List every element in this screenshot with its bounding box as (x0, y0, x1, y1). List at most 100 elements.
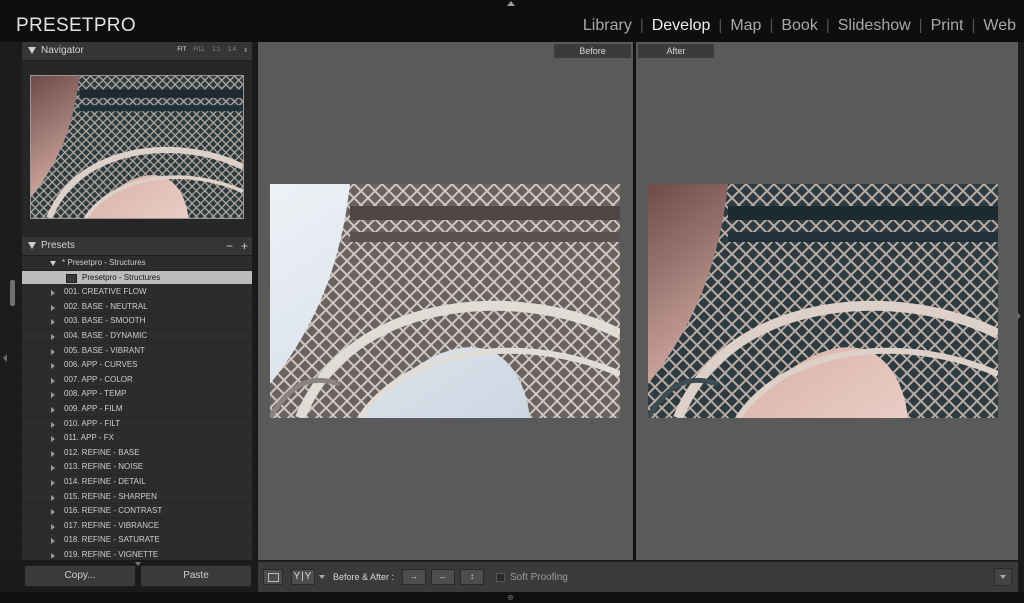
navigator-zoom-modes: FIT FILL 1:1 1:4 ⬍ (177, 47, 248, 54)
zoom-more-icon[interactable]: ⬍ (243, 47, 248, 54)
preset-folder-label: 013. REFINE - NOISE (64, 462, 144, 472)
preset-folder-label: 009. APP - FILM (64, 403, 123, 413)
zoom-fill[interactable]: FILL (193, 47, 205, 54)
copy-after-to-before-button[interactable]: ← (431, 569, 455, 585)
preset-folder[interactable]: 011. APP - FX (22, 431, 252, 446)
preset-folder[interactable]: 005. BASE - VIBRANT (22, 344, 252, 359)
preset-folder-label: * Presetpro - Structures (62, 258, 146, 267)
module-print[interactable]: Print (931, 17, 964, 35)
bottom-toolbar: Y|Y Before & After : → ← ↕ Soft Proofing (258, 561, 1018, 592)
preset-folder-label: 017. REFINE - VIBRANCE (64, 520, 160, 530)
module-separator: | (825, 17, 830, 34)
folder-expand-icon (51, 348, 55, 355)
preset-folder-label: 014. REFINE - DETAIL (64, 476, 146, 486)
preset-folder-label: 016. REFINE - CONTRAST (64, 506, 163, 516)
top-bar: PRESETPRO Library | Develop | Map | Book… (0, 0, 1024, 42)
toolbar-menu-button[interactable] (994, 568, 1012, 586)
preset-folder[interactable]: 002. BASE - NEUTRAL (22, 300, 252, 315)
preset-folder[interactable]: 007. APP - COLOR (22, 373, 252, 388)
filmstrip-toggle-icon[interactable]: ⊕ (507, 594, 515, 602)
folder-expand-icon (51, 290, 55, 297)
folder-expand-icon (51, 436, 55, 443)
preset-folder[interactable]: 015. REFINE - SHARPEN (22, 490, 252, 505)
presets-header[interactable]: Presets − + (22, 237, 252, 256)
preset-folder[interactable]: 003. BASE - SMOOTH (22, 314, 252, 329)
module-book[interactable]: Book (781, 17, 817, 35)
presets-controls: − + (226, 239, 248, 253)
collapse-top-panel-icon[interactable] (507, 1, 515, 6)
navigator-title: Navigator (41, 45, 84, 56)
after-image[interactable] (648, 184, 998, 418)
before-after-view-button[interactable]: Y|Y (291, 569, 315, 585)
zoom-1-4[interactable]: 1:4 (228, 47, 236, 54)
preset-folder[interactable]: 006. APP - CURVES (22, 358, 252, 373)
preset-folder[interactable]: 004. BASE - DYNAMIC (22, 329, 252, 344)
folder-expand-icon (51, 333, 55, 340)
preset-selected[interactable]: Presetpro - Structures (22, 270, 252, 286)
folder-expand-icon (51, 523, 55, 530)
copy-settings-button[interactable]: Copy... (24, 565, 136, 587)
preset-folder[interactable]: 017. REFINE - VIBRANCE (22, 519, 252, 534)
copy-paste-bar: Copy... Paste (22, 562, 252, 588)
swap-before-after-button[interactable]: ↕ (460, 569, 484, 585)
presets-title: Presets (41, 240, 75, 251)
collapse-right-panel-icon[interactable] (1017, 312, 1021, 320)
module-separator: | (769, 17, 774, 34)
navigator-header[interactable]: Navigator FIT FILL 1:1 1:4 ⬍ (22, 42, 252, 61)
preset-folder[interactable]: 018. REFINE - SATURATE (22, 533, 252, 548)
collapse-left-panel-icon[interactable] (3, 354, 7, 362)
preset-folder[interactable]: 009. APP - FILM (22, 402, 252, 417)
module-develop[interactable]: Develop (652, 17, 711, 35)
folder-expand-icon (51, 377, 55, 384)
zoom-fit[interactable]: FIT (177, 47, 186, 54)
preset-folder[interactable]: 008. APP - TEMP (22, 387, 252, 402)
preset-folder-label: 007. APP - COLOR (64, 374, 133, 384)
module-library[interactable]: Library (583, 17, 632, 35)
folder-collapse-icon (50, 261, 56, 266)
preset-folder[interactable]: 012. REFINE - BASE (22, 446, 252, 461)
preset-folder[interactable]: 014. REFINE - DETAIL (22, 475, 252, 490)
split-divider (633, 42, 636, 560)
folder-expand-icon (51, 450, 55, 457)
view-mode-dropdown-icon[interactable] (319, 575, 325, 579)
copy-before-to-after-button[interactable]: → (402, 569, 426, 585)
panel-expand-icon (28, 242, 36, 249)
module-map[interactable]: Map (730, 17, 761, 35)
module-web[interactable]: Web (983, 17, 1016, 35)
folder-expand-icon (51, 406, 55, 413)
preset-folder-label: 019. REFINE - VIGNETTE (64, 549, 159, 558)
folder-expand-icon (51, 304, 55, 311)
left-panel-scrollbar[interactable] (10, 280, 15, 306)
preset-item-icon (66, 273, 77, 283)
before-label: Before (554, 44, 631, 58)
preset-folder-label: 012. REFINE - BASE (64, 447, 140, 457)
preset-folder-label: 011. APP - FX (64, 433, 114, 443)
folder-expand-icon (51, 465, 55, 472)
folder-expand-icon (51, 494, 55, 501)
folder-expand-icon (51, 538, 55, 545)
soft-proofing-checkbox[interactable] (496, 573, 505, 582)
folder-expand-icon (51, 319, 55, 326)
zoom-1-1[interactable]: 1:1 (212, 47, 220, 54)
preset-folder[interactable]: 019. REFINE - VIGNETTE (22, 548, 252, 558)
module-separator: | (718, 17, 723, 34)
preset-folder[interactable]: 001. CREATIVE FLOW (22, 285, 252, 300)
folder-expand-icon (51, 363, 55, 370)
preset-folder-open[interactable]: * Presetpro - Structures (22, 256, 252, 271)
navigator-preview-area (22, 61, 252, 237)
remove-preset-icon[interactable]: − (226, 239, 233, 253)
paste-settings-button[interactable]: Paste (140, 565, 252, 587)
preset-folder-label: 010. APP - FILT (64, 418, 121, 428)
before-image[interactable] (270, 184, 620, 418)
preset-folder-label: 003. BASE - SMOOTH (64, 316, 146, 326)
preset-folder[interactable]: 010. APP - FILT (22, 417, 252, 432)
preset-folder[interactable]: 016. REFINE - CONTRAST (22, 504, 252, 519)
module-slideshow[interactable]: Slideshow (838, 17, 911, 35)
add-preset-icon[interactable]: + (241, 239, 248, 253)
panel-expand-icon (28, 47, 36, 54)
loupe-view-button[interactable] (263, 569, 283, 585)
navigator-thumbnail[interactable] (30, 75, 244, 219)
module-separator: | (639, 17, 644, 34)
presets-list: * Presetpro - Structures Presetpro - Str… (22, 256, 252, 558)
preset-folder[interactable]: 013. REFINE - NOISE (22, 460, 252, 475)
